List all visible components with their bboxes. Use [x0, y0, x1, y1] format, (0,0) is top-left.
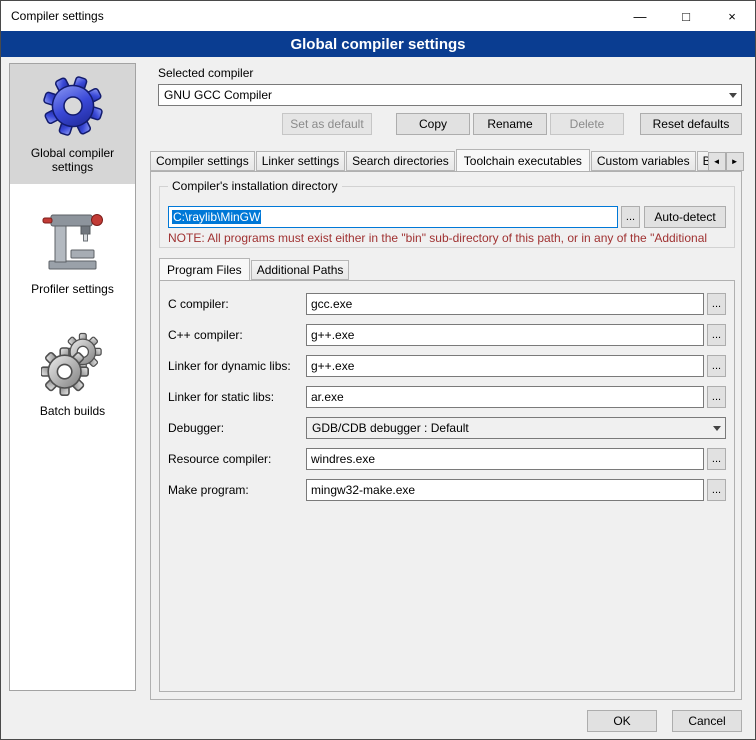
- rename-button[interactable]: Rename: [473, 113, 547, 135]
- tab-linker-settings[interactable]: Linker settings: [256, 151, 345, 171]
- tab-custom-variables[interactable]: Custom variables: [591, 151, 696, 171]
- program-files-panel: C compiler: gcc.exe ... C++ compiler: g+…: [159, 280, 735, 692]
- sidebar-item-global-compiler-settings[interactable]: Global compiler settings: [10, 64, 135, 184]
- set-as-default-button[interactable]: Set as default: [282, 113, 372, 135]
- compiler-action-buttons: Set as default Copy Rename Delete Reset …: [158, 113, 742, 135]
- sidebar: Global compiler settings Profiler settin…: [9, 63, 136, 691]
- toolchain-note: NOTE: All programs must exist either in …: [168, 231, 738, 245]
- linker-dynamic-browse-button[interactable]: ...: [707, 355, 726, 377]
- minimize-icon: —: [634, 9, 647, 24]
- field-label: Resource compiler:: [168, 452, 306, 466]
- titlebar: Compiler settings — □ ×: [1, 1, 755, 31]
- tab-program-files[interactable]: Program Files: [159, 258, 250, 280]
- ok-button[interactable]: OK: [587, 710, 657, 732]
- sidebar-item-label: Profiler settings: [25, 282, 121, 296]
- c-compiler-browse-button[interactable]: ...: [707, 293, 726, 315]
- resource-compiler-browse-button[interactable]: ...: [707, 448, 726, 470]
- minimize-button[interactable]: —: [617, 1, 663, 31]
- dialog-header: Global compiler settings: [1, 31, 755, 57]
- make-program-input[interactable]: mingw32-make.exe: [306, 479, 704, 501]
- close-button[interactable]: ×: [709, 1, 755, 31]
- linker-static-browse-button[interactable]: ...: [707, 386, 726, 408]
- form-row-debugger: Debugger: GDB/CDB debugger : Default: [168, 417, 726, 439]
- close-icon: ×: [728, 9, 736, 24]
- install-dir-value: C:\raylib\MinGW: [172, 210, 261, 224]
- cancel-button[interactable]: Cancel: [672, 710, 742, 732]
- install-dir-input[interactable]: C:\raylib\MinGW: [168, 206, 618, 228]
- linker-dynamic-input[interactable]: g++.exe: [306, 355, 704, 377]
- auto-detect-button[interactable]: Auto-detect: [644, 206, 726, 228]
- field-label: C++ compiler:: [168, 328, 306, 342]
- form-row-linker-static: Linker for static libs: ar.exe ...: [168, 386, 726, 408]
- field-label: C compiler:: [168, 297, 306, 311]
- sidebar-item-batch-builds[interactable]: Batch builds: [10, 322, 135, 428]
- settings-tabbar: Compiler settings Linker settings Search…: [150, 149, 742, 171]
- copy-button[interactable]: Copy: [396, 113, 470, 135]
- field-label: Make program:: [168, 483, 306, 497]
- tab-build-options[interactable]: Buil: [697, 151, 708, 171]
- linker-static-input[interactable]: ar.exe: [306, 386, 704, 408]
- chevron-down-icon: [708, 418, 725, 438]
- form-row-resource-compiler: Resource compiler: windres.exe ...: [168, 448, 726, 470]
- batch-builds-icon: [41, 332, 105, 396]
- program-files-tabbar: Program Files Additional Paths: [159, 258, 350, 280]
- gear-icon: [41, 74, 105, 138]
- window-title: Compiler settings: [1, 9, 104, 23]
- selected-compiler-select[interactable]: GNU GCC Compiler: [158, 84, 742, 106]
- window-controls: — □ ×: [617, 1, 755, 31]
- make-program-browse-button[interactable]: ...: [707, 479, 726, 501]
- form-row-c-compiler: C compiler: gcc.exe ...: [168, 293, 726, 315]
- field-label: Linker for dynamic libs:: [168, 359, 306, 373]
- profiler-icon: [41, 210, 105, 274]
- compiler-settings-window: Compiler settings — □ × Global compiler …: [0, 0, 756, 740]
- sidebar-item-profiler-settings[interactable]: Profiler settings: [10, 200, 135, 306]
- resource-compiler-input[interactable]: windres.exe: [306, 448, 704, 470]
- install-dir-browse-button[interactable]: ...: [621, 206, 640, 228]
- tab-scroll-arrows: ◄ ►: [708, 152, 744, 171]
- tab-search-directories[interactable]: Search directories: [346, 151, 455, 171]
- delete-button[interactable]: Delete: [550, 113, 624, 135]
- tab-scroll-left-button[interactable]: ◄: [708, 152, 726, 171]
- field-label: Linker for static libs:: [168, 390, 306, 404]
- cpp-compiler-browse-button[interactable]: ...: [707, 324, 726, 346]
- tab-additional-paths[interactable]: Additional Paths: [251, 260, 350, 280]
- form-row-cpp-compiler: C++ compiler: g++.exe ...: [168, 324, 726, 346]
- groupbox-title: Compiler's installation directory: [168, 179, 342, 193]
- form-row-make-program: Make program: mingw32-make.exe ...: [168, 479, 726, 501]
- sidebar-item-label: Global compiler settings: [25, 146, 121, 174]
- tab-scroll-right-button[interactable]: ►: [726, 152, 744, 171]
- reset-defaults-button[interactable]: Reset defaults: [640, 113, 742, 135]
- sidebar-item-label: Batch builds: [25, 404, 121, 418]
- form-row-linker-dynamic: Linker for dynamic libs: g++.exe ...: [168, 355, 726, 377]
- tab-compiler-settings[interactable]: Compiler settings: [150, 151, 255, 171]
- c-compiler-input[interactable]: gcc.exe: [306, 293, 704, 315]
- toolchain-executables-panel: Compiler's installation directory C:\ray…: [150, 171, 742, 700]
- cpp-compiler-input[interactable]: g++.exe: [306, 324, 704, 346]
- selected-compiler-label: Selected compiler: [158, 66, 253, 80]
- tab-toolchain-executables[interactable]: Toolchain executables: [456, 149, 590, 171]
- selected-compiler-value: GNU GCC Compiler: [159, 88, 724, 102]
- maximize-icon: □: [682, 9, 690, 24]
- chevron-down-icon: [724, 85, 741, 105]
- maximize-button[interactable]: □: [663, 1, 709, 31]
- field-label: Debugger:: [168, 421, 306, 435]
- install-dir-row: C:\raylib\MinGW ... Auto-detect: [168, 206, 726, 228]
- debugger-select[interactable]: GDB/CDB debugger : Default: [306, 417, 726, 439]
